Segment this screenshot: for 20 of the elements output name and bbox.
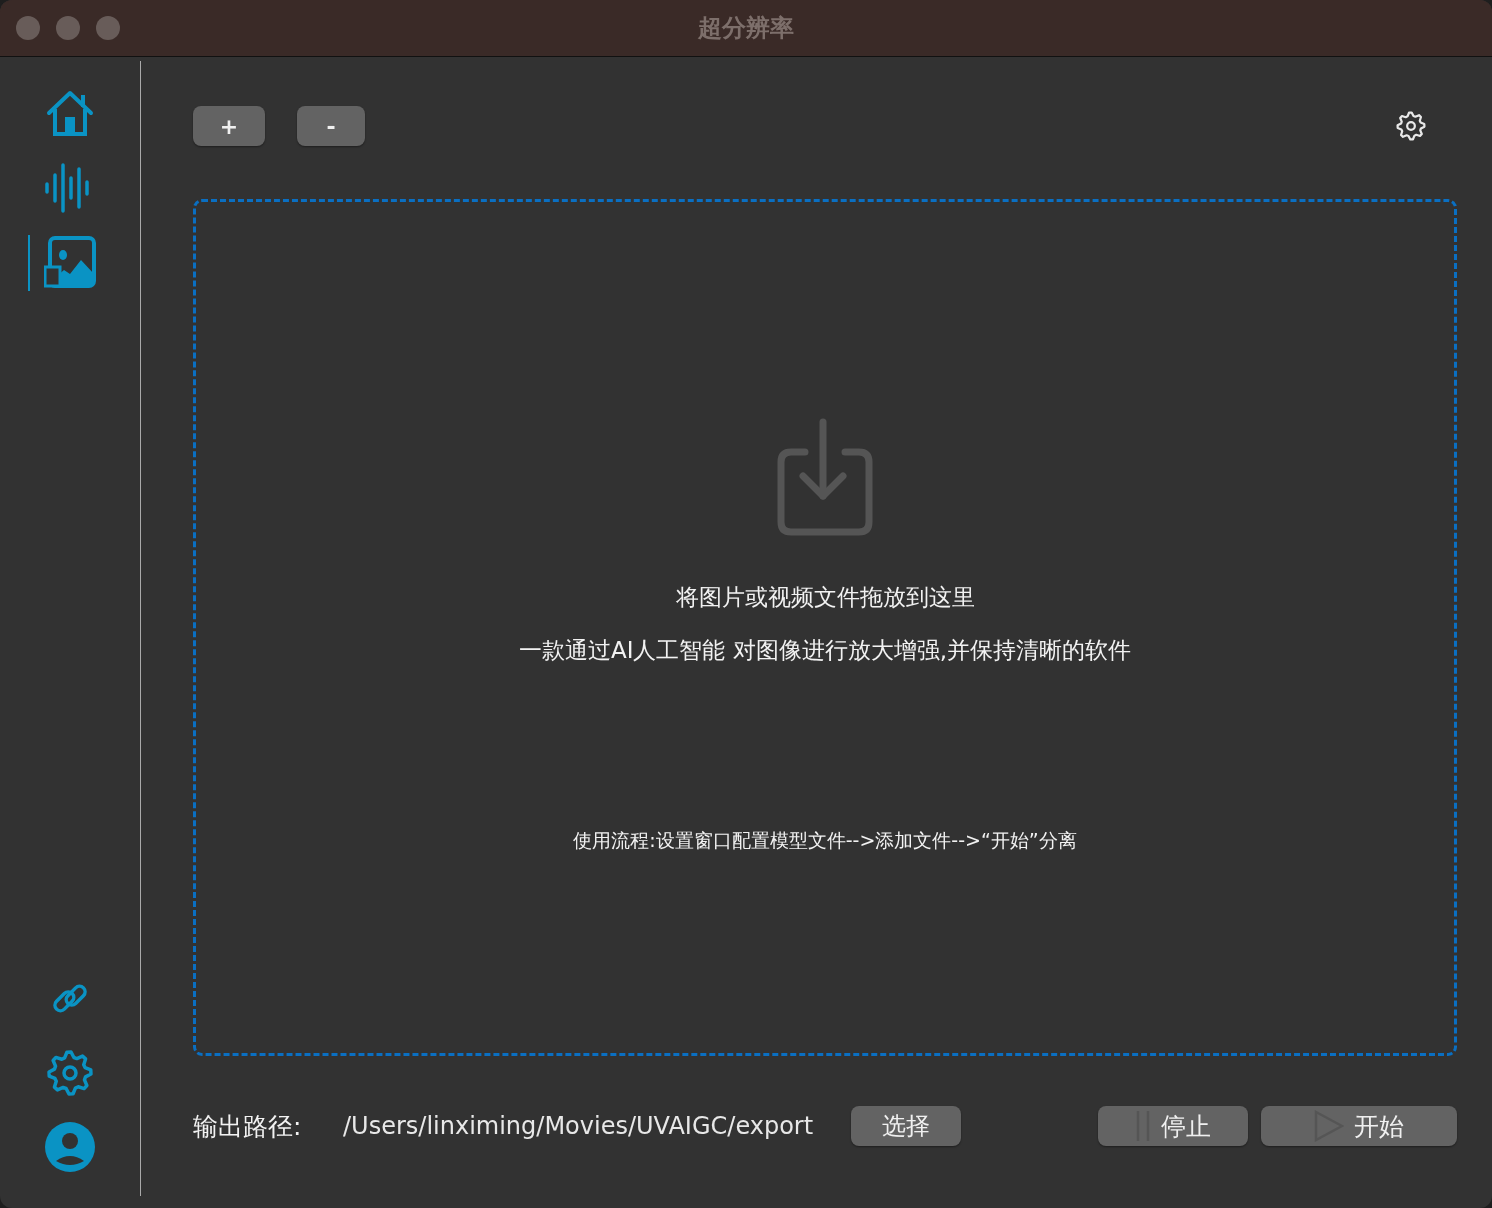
output-path: /Users/linximing/Movies/UVAIGC/export (343, 1112, 814, 1140)
image-icon[interactable] (44, 236, 96, 288)
start-button[interactable]: 开始 (1261, 1106, 1457, 1146)
zoom-button[interactable] (96, 16, 120, 40)
settings-icon[interactable] (1395, 110, 1427, 142)
drop-subtitle: 一款通过AI人工智能 对图像进行放大增强,并保持清晰的软件 (518, 636, 1132, 665)
account-icon[interactable] (44, 1121, 96, 1173)
choose-button[interactable]: 选择 (851, 1106, 962, 1146)
window-title: 超分辨率 (698, 13, 794, 44)
close-button[interactable] (16, 16, 40, 40)
usage-hint: 使用流程:设置窗口配置模型文件-->添加文件-->“开始”分离 (573, 828, 1077, 853)
toolbar-button[interactable]: - (297, 106, 365, 146)
output-path-label: 输出路径: (193, 1110, 303, 1143)
download-tray-icon (777, 418, 873, 538)
minimize-button[interactable] (56, 16, 80, 40)
home-icon[interactable] (45, 89, 95, 139)
stop-button[interactable]: 停止 (1098, 1106, 1248, 1146)
toolbar-button[interactable]: + (193, 106, 265, 146)
drop-zone[interactable]: 将图片或视频文件拖放到这里 一款通过AI人工智能 对图像进行放大增强,并保持清晰的软件 使用流程:设置窗口配置模型文件-->添加文件-->“开始”分离 (193, 199, 1457, 1056)
drop-title: 将图片或视频文件拖放到这里 (675, 583, 975, 612)
